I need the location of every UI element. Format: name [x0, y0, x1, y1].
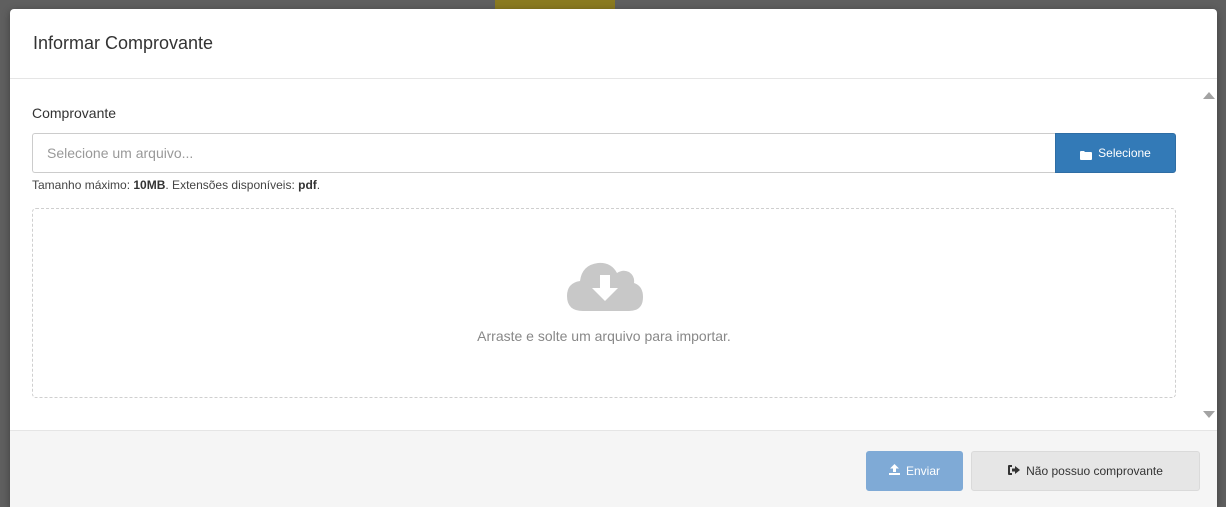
folder-icon — [1080, 149, 1093, 160]
help-extensions-value: pdf — [298, 178, 317, 192]
sign-out-icon — [1008, 464, 1021, 478]
scroll-up-arrow-icon[interactable] — [1203, 92, 1215, 99]
select-file-button[interactable]: Selecione — [1055, 133, 1176, 173]
help-max-size-prefix: Tamanho máximo: — [32, 178, 134, 192]
file-help-text: Tamanho máximo: 10MB. Extensões disponív… — [32, 178, 320, 192]
modal-body-scrollbar[interactable] — [1200, 80, 1217, 430]
scroll-down-arrow-icon[interactable] — [1203, 411, 1215, 418]
help-suffix: . — [316, 178, 321, 192]
help-max-size-value: 10MB — [133, 178, 166, 192]
no-receipt-button[interactable]: Não possuo comprovante — [971, 451, 1200, 491]
background-page-fragment — [495, 0, 615, 9]
file-input-group: Selecione — [32, 133, 1176, 173]
no-receipt-button-label: Não possuo comprovante — [1026, 464, 1163, 478]
cloud-download-icon — [567, 259, 643, 311]
submit-button[interactable]: Enviar — [866, 451, 963, 491]
submit-button-label: Enviar — [905, 464, 940, 478]
file-name-input[interactable] — [32, 133, 1055, 173]
modal-footer: Enviar Não possuo comprovante — [10, 430, 1217, 507]
help-extensions-prefix: . Extensões disponíveis: — [165, 178, 299, 192]
modal-body: Comprovante Selecione Tamanho máximo: 10… — [10, 80, 1217, 430]
dropzone-text: Arraste e solte um arquivo para importar… — [477, 328, 731, 344]
modal-title: Informar Comprovante — [33, 33, 214, 53]
comprovante-label: Comprovante — [32, 105, 117, 121]
select-button-label: Selecione — [1098, 146, 1151, 160]
file-dropzone[interactable]: Arraste e solte um arquivo para importar… — [32, 208, 1176, 398]
upload-icon — [888, 464, 900, 478]
modal-header: Informar Comprovante — [10, 9, 1217, 79]
modal-dialog: Informar Comprovante Comprovante Selecio… — [10, 9, 1217, 507]
